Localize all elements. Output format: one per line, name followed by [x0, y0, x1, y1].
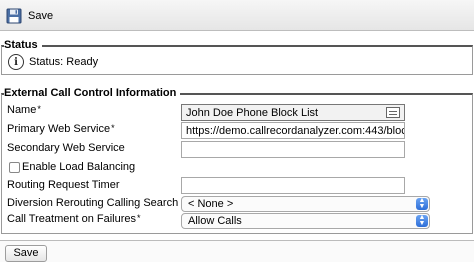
name-label: Name*: [7, 104, 41, 116]
name-field[interactable]: John Doe Phone Block List: [181, 104, 405, 121]
name-value: John Doe Phone Block List: [186, 107, 319, 119]
chevron-updown-icon: ▲ ▼: [416, 197, 428, 210]
diversion-rerouting-css-value: < None >: [188, 198, 234, 210]
routing-request-timer-field[interactable]: [181, 177, 405, 194]
status-row: i Status: Ready: [8, 54, 98, 70]
call-treatment-select[interactable]: Allow Calls ▲ ▼: [181, 213, 430, 229]
routing-request-timer-label: Routing Request Timer: [7, 179, 120, 191]
status-text: Status: Ready: [29, 56, 99, 68]
list-icon[interactable]: [386, 107, 400, 118]
bottom-bar: [0, 240, 474, 262]
load-balancing-label: Enable Load Balancing: [22, 161, 136, 173]
call-treatment-label: Call Treatment on Failures*: [7, 213, 141, 225]
diversion-rerouting-css-select[interactable]: < None > ▲ ▼: [181, 196, 430, 212]
toolbar-save-button[interactable]: Save: [6, 7, 53, 25]
status-heading: Status: [4, 39, 42, 51]
floppy-disk-icon: [6, 8, 22, 24]
primary-web-service-field[interactable]: https://demo.callrecordanalyzer.com:443/…: [181, 122, 405, 139]
secondary-web-service-field[interactable]: [181, 141, 405, 158]
load-balancing-checkbox[interactable]: [9, 162, 20, 173]
secondary-web-service-label: Secondary Web Service: [7, 142, 125, 154]
toolbar: Save: [0, 0, 474, 31]
primary-web-service-value: https://demo.callrecordanalyzer.com:443/…: [186, 125, 404, 137]
save-button[interactable]: Save: [5, 245, 47, 262]
ecc-heading: External Call Control Information: [4, 87, 181, 99]
primary-web-service-label: Primary Web Service*: [7, 123, 115, 135]
chevron-updown-icon: ▲ ▼: [416, 214, 428, 227]
toolbar-save-label: Save: [28, 10, 54, 22]
call-treatment-value: Allow Calls: [188, 215, 242, 227]
info-icon: i: [8, 54, 24, 70]
